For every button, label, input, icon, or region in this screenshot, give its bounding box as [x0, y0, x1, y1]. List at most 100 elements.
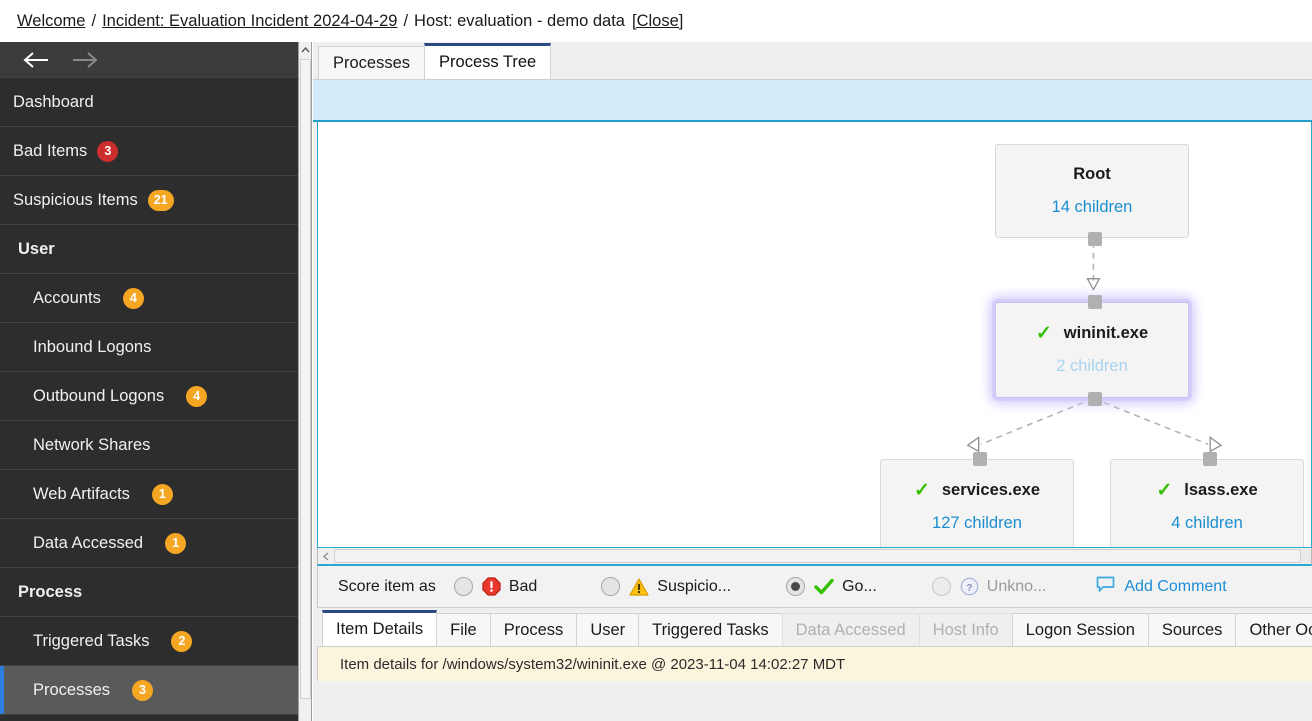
sidebar-item-label: Triggered Tasks: [33, 631, 150, 650]
sidebar-item-data-accessed[interactable]: Data Accessed 1: [0, 519, 298, 568]
sidebar-item-suspicious-items[interactable]: Suspicious Items 21: [0, 176, 298, 225]
sidebar-scrollbar-thumb[interactable]: [300, 59, 311, 699]
tree-node-children-count[interactable]: 127 children: [932, 514, 1022, 533]
tab-processes[interactable]: Processes: [318, 46, 426, 79]
tree-node-children-count[interactable]: 4 children: [1171, 514, 1243, 533]
score-options-group: Bad Suspicio... Go... ? Unkno...: [453, 577, 1047, 596]
sidebar-item-badge: 21: [147, 189, 174, 211]
sidebar-item-badge: 4: [122, 287, 144, 309]
detail-tab-logon-session[interactable]: Logon Session: [1011, 613, 1149, 646]
sidebar-item-label: Data Accessed: [33, 533, 144, 552]
tree-node-name: wininit.exe: [1063, 324, 1149, 342]
sidebar-item-label: Outbound Logons: [33, 386, 165, 405]
tree-node-name: lsass.exe: [1184, 481, 1258, 499]
radio-button[interactable]: [786, 577, 806, 596]
process-tree-canvas[interactable]: Root 14 children ✓ wininit.exe 2 childre…: [317, 122, 1312, 548]
sidebar-item-triggered-tasks[interactable]: Triggered Tasks 2: [0, 617, 298, 666]
sidebar-item-label: Inbound Logons: [33, 337, 152, 356]
breadcrumb-incident[interactable]: Incident: Evaluation Incident 2024-04-29: [102, 12, 397, 31]
sidebar-item-badge: 3: [97, 140, 119, 162]
breadcrumb-close-link[interactable]: [Close]: [632, 12, 683, 31]
sidebar-item-process: Process: [0, 568, 298, 617]
sidebar-item-label: User: [18, 239, 55, 258]
radio-button[interactable]: [601, 577, 621, 596]
sidebar-item-network-shares[interactable]: Network Shares: [0, 421, 298, 470]
speech-bubble-icon: [1096, 576, 1115, 598]
detail-tab-host-info: Host Info: [918, 613, 1013, 646]
sidebar-scrollbar[interactable]: [298, 42, 312, 721]
sidebar-nav-bar: [0, 42, 298, 78]
green-check-icon: ✓: [1156, 480, 1173, 501]
tree-node-handle-wininit-bottom[interactable]: [1088, 392, 1102, 406]
scroll-up-icon[interactable]: [299, 42, 311, 57]
score-option-label: Unkno...: [986, 577, 1047, 595]
score-option-suspicio-[interactable]: Suspicio...: [601, 577, 731, 596]
tree-node-title: ✓ lsass.exe: [1156, 481, 1257, 500]
score-option-unkno-: ? Unkno...: [931, 577, 1047, 596]
green-check-icon: ✓: [913, 480, 930, 501]
sidebar-item-badge: 1: [165, 532, 187, 554]
sidebar-item-outbound-logons[interactable]: Outbound Logons 4: [0, 372, 298, 421]
item-details-status-text: Item details for /windows/system32/winin…: [340, 655, 846, 673]
tree-node-handle-wininit-top[interactable]: [1088, 295, 1102, 309]
tree-node-children-count[interactable]: 2 children: [1056, 357, 1128, 376]
breadcrumb-welcome[interactable]: Welcome: [17, 12, 85, 31]
tab-process-tree[interactable]: Process Tree: [424, 43, 552, 79]
detail-tab-other-occurrences[interactable]: Other Occurrences: [1235, 613, 1312, 646]
score-option-label: Bad: [508, 577, 538, 595]
green-check-icon: [814, 578, 834, 596]
sidebar-item-badge: 4: [186, 385, 208, 407]
sidebar-item-inbound-logons[interactable]: Inbound Logons: [0, 323, 298, 372]
tree-node-lsass[interactable]: ✓ lsass.exe 4 children: [1110, 459, 1304, 547]
sidebar-item-user: User: [0, 225, 298, 274]
sidebar-item-label: Suspicious Items: [13, 190, 138, 209]
tree-scrollbar-track[interactable]: [334, 549, 1311, 563]
tree-scrollbar-thumb[interactable]: [334, 549, 1302, 563]
detail-tab-user[interactable]: User: [576, 613, 640, 646]
score-option-bad[interactable]: Bad: [453, 577, 538, 596]
main-pane: ProcessesProcess Tree Root 14 children: [313, 42, 1312, 721]
tree-node-handle-services-top[interactable]: [973, 452, 987, 466]
sidebar-item-badge: 3: [132, 679, 154, 701]
sidebar-item-processes[interactable]: Processes 3: [0, 666, 298, 715]
detail-tab-file[interactable]: File: [436, 613, 491, 646]
filter-banner: [313, 80, 1312, 122]
tree-node-handle-lsass-top[interactable]: [1203, 452, 1217, 466]
arrow-left-icon[interactable]: [12, 43, 60, 77]
sidebar-item-label: Processes: [33, 680, 111, 699]
tree-node-root[interactable]: Root 14 children: [995, 144, 1189, 238]
sidebar-item-label: Network Shares: [33, 435, 151, 454]
scroll-left-icon[interactable]: [318, 552, 334, 561]
tree-node-services[interactable]: ✓ services.exe 127 children: [880, 459, 1074, 547]
sidebar: Dashboard Bad Items 3 Suspicious Items 21 Use…: [0, 42, 298, 721]
tree-node-wininit[interactable]: ✓ wininit.exe 2 children: [995, 302, 1189, 398]
score-option-go-[interactable]: Go...: [786, 577, 877, 596]
sidebar-item-list: Dashboard Bad Items 3 Suspicious Items 21 Use…: [0, 78, 298, 715]
detail-tab-sources[interactable]: Sources: [1147, 613, 1237, 646]
triangle-warning-icon: [629, 577, 649, 596]
tree-node-title: ✓ services.exe: [914, 481, 1040, 500]
sidebar-item-bad-items[interactable]: Bad Items 3: [0, 127, 298, 176]
tree-node-children-count[interactable]: 14 children: [1052, 198, 1133, 217]
sidebar-item-web-artifacts[interactable]: Web Artifacts 1: [0, 470, 298, 519]
sidebar-item-accounts[interactable]: Accounts 4: [0, 274, 298, 323]
add-comment-button[interactable]: Add Comment: [1096, 576, 1227, 598]
sidebar-item-label: Accounts: [33, 288, 101, 307]
tree-node-handle-root-bottom[interactable]: [1088, 232, 1102, 246]
sidebar-item-label: Bad Items: [13, 141, 88, 160]
sidebar-item-badge: 1: [151, 483, 173, 505]
radio-button: [931, 577, 951, 596]
radio-button[interactable]: [453, 577, 473, 596]
detail-tab-item-details[interactable]: Item Details: [322, 610, 438, 646]
sidebar-item-dashboard[interactable]: Dashboard: [0, 78, 298, 127]
breadcrumb-separator-2: /: [403, 11, 409, 30]
green-check-icon: ✓: [1035, 323, 1052, 344]
detail-tab-triggered-tasks[interactable]: Triggered Tasks: [638, 613, 783, 646]
sidebar-item-label: Web Artifacts: [33, 484, 130, 503]
arrow-right-icon: [60, 43, 108, 77]
tree-node-name: services.exe: [941, 481, 1041, 499]
detail-tab-process[interactable]: Process: [489, 613, 578, 646]
tree-horizontal-scrollbar[interactable]: [317, 548, 1312, 566]
octagon-alert-icon: [482, 577, 501, 596]
app-root: Welcome / Incident: Evaluation Incident …: [0, 0, 1312, 721]
